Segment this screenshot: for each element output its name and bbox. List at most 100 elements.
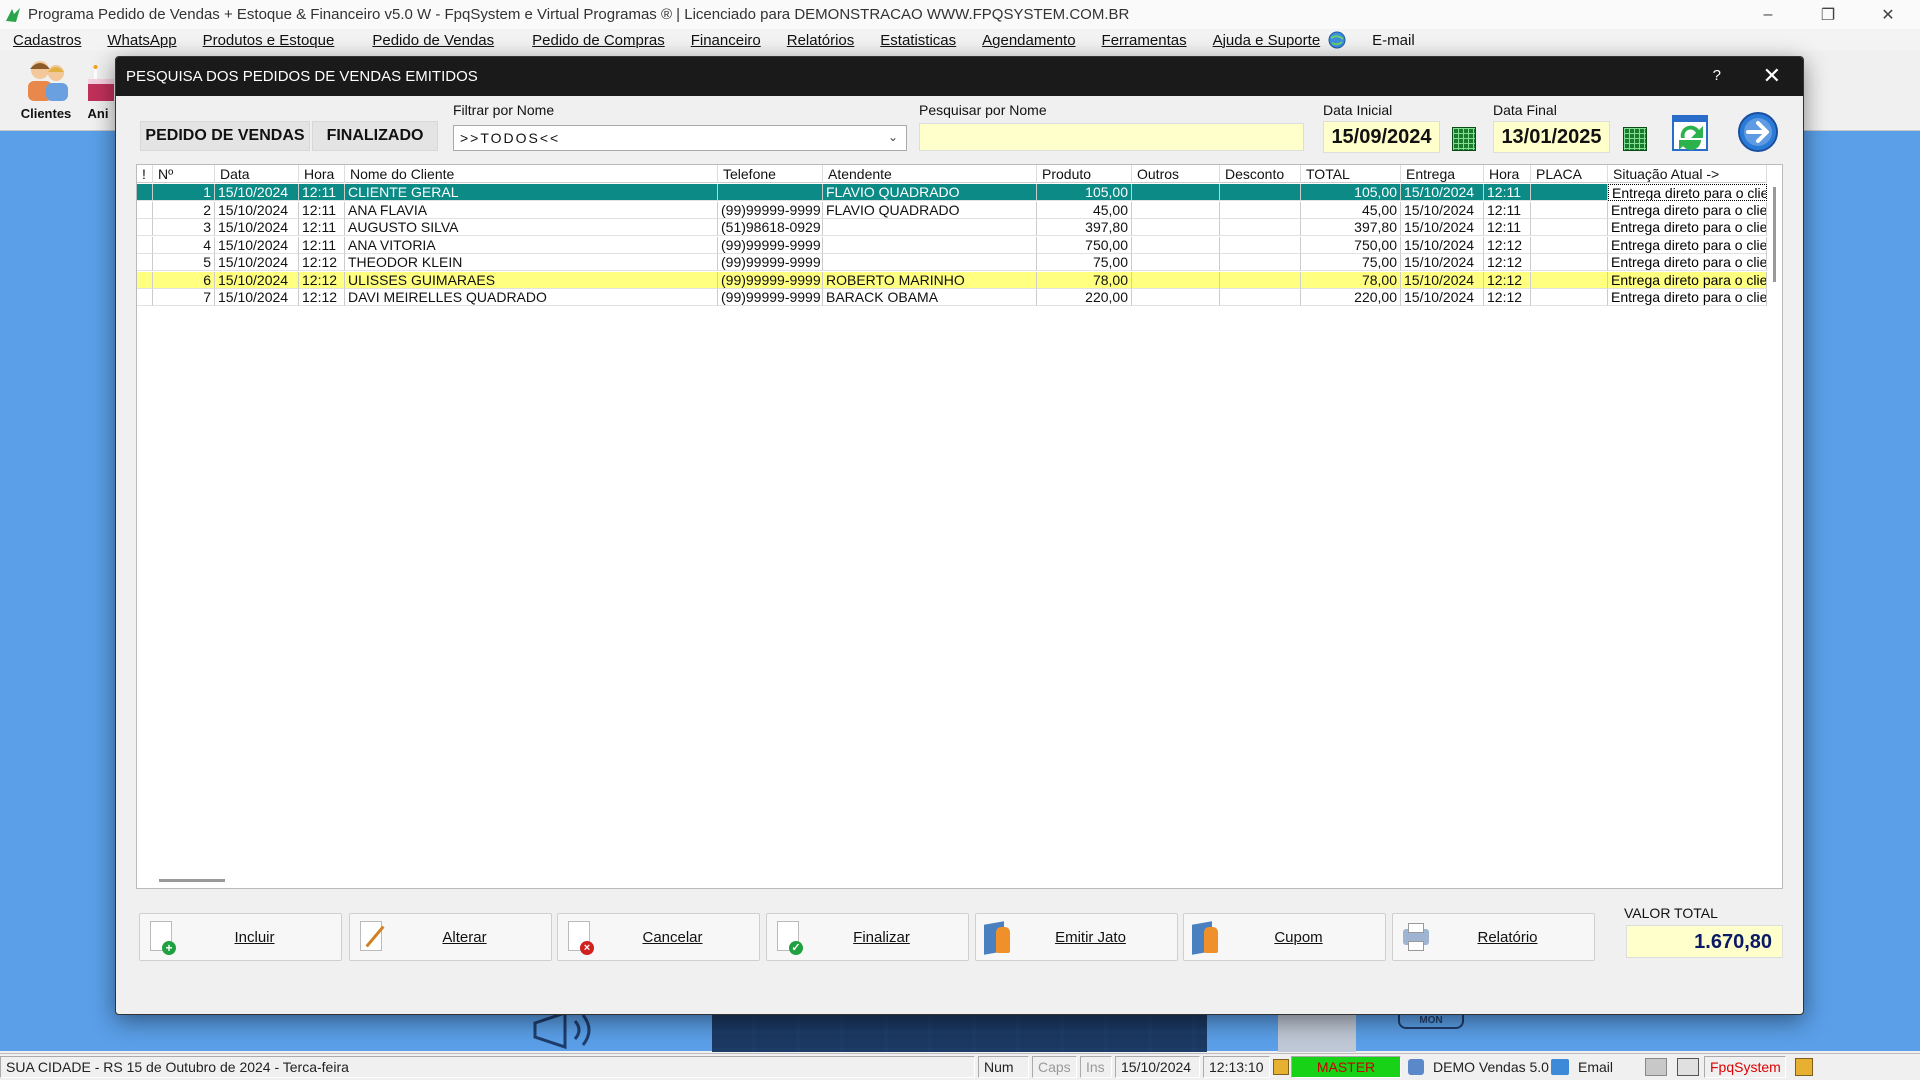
- col-total-cell: 105,00: [1301, 184, 1401, 201]
- menu-cadastros[interactable]: Cadastros: [0, 32, 94, 49]
- table-row[interactable]: 1 15/10/2024 12:11 CLIENTE GERAL FLAVIO QUAD…: [137, 184, 1767, 201]
- email-icon[interactable]: [1551, 1059, 1569, 1075]
- menu-ajuda-suporte[interactable]: Ajuda e Suporte: [1200, 32, 1334, 49]
- col-situacao-header[interactable]: Situação Atual ->: [1608, 165, 1767, 183]
- menu-agendamento[interactable]: Agendamento: [969, 32, 1088, 49]
- col-numero-cell: 1: [153, 184, 215, 201]
- col-flag-cell: [137, 184, 153, 201]
- menu-pedido-compras[interactable]: Pedido de Compras: [519, 32, 678, 49]
- monitor-illustration: [1278, 1015, 1356, 1052]
- emitir-jato-button[interactable]: Emitir Jato: [975, 913, 1178, 961]
- menu-pedido-vendas[interactable]: Pedido de Vendas: [359, 32, 507, 49]
- vertical-scrollbar[interactable]: [1773, 187, 1776, 282]
- menu-estatisticas[interactable]: Estatisticas: [867, 32, 969, 49]
- col-placa-header[interactable]: PLACA: [1531, 165, 1608, 183]
- status-version: DEMO Vendas 5.0: [1433, 1059, 1549, 1075]
- filter-select[interactable]: >>TODOS<< ⌄: [453, 125, 907, 151]
- col-data-cell: 15/10/2024: [215, 184, 299, 201]
- col-data-cell: 15/10/2024: [215, 254, 299, 271]
- calendar-icon[interactable]: [1623, 127, 1647, 151]
- cupom-label: Cupom: [1274, 928, 1323, 946]
- horizontal-scrollbar[interactable]: [159, 879, 225, 882]
- toolbar-ani-label: Ani: [87, 106, 109, 121]
- toolbar-clientes-button[interactable]: Clientes: [7, 57, 85, 127]
- refresh-icon[interactable]: [1669, 112, 1713, 156]
- table-row[interactable]: 5 15/10/2024 12:12 THEODOR KLEIN (99)99999-9…: [137, 254, 1767, 271]
- menu-whatsapp[interactable]: WhatsApp: [94, 32, 189, 49]
- col-hora-entrega-cell: 12:11: [1484, 219, 1531, 236]
- col-hora-header[interactable]: Hora: [299, 165, 345, 183]
- table-row[interactable]: 3 15/10/2024 12:11 AUGUSTO SILVA (51)98618-0…: [137, 219, 1767, 236]
- menu-ferramentas[interactable]: Ferramentas: [1089, 32, 1200, 49]
- table-row[interactable]: 6 15/10/2024 12:12 ULISSES GUIMARAES (99)999…: [137, 271, 1767, 289]
- col-situacao-cell: Entrega direto para o clien: [1608, 236, 1767, 254]
- col-flag-header[interactable]: !: [137, 165, 153, 183]
- col-total-cell: 220,00: [1301, 289, 1401, 306]
- col-situacao-cell: Entrega direto para o clien: [1608, 254, 1767, 271]
- orders-grid[interactable]: ! Nº Data Hora Nome do Cliente Telefone Atende…: [136, 164, 1783, 889]
- col-atendente-cell: [823, 254, 1037, 271]
- col-data-header[interactable]: Data: [215, 165, 299, 183]
- toolbar-aniversario-button[interactable]: Ani: [80, 57, 116, 127]
- calendar-icon[interactable]: [1452, 127, 1476, 151]
- status-email[interactable]: Email: [1573, 1056, 1637, 1078]
- col-numero-header[interactable]: Nº: [153, 165, 215, 183]
- col-hora-entrega-cell: 12:12: [1484, 236, 1531, 254]
- table-row[interactable]: 7 15/10/2024 12:12 DAVI MEIRELLES QUADRADO(…: [137, 289, 1767, 306]
- search-input[interactable]: [919, 123, 1304, 151]
- cancelar-button[interactable]: × Cancelar: [557, 913, 760, 961]
- minimize-button[interactable]: –: [1740, 0, 1796, 29]
- finalizar-label: Finalizar: [853, 928, 910, 946]
- col-produto-cell: 75,00: [1037, 254, 1132, 271]
- alterar-button[interactable]: Alterar: [349, 913, 552, 961]
- chevron-down-icon[interactable]: ⌄: [888, 130, 900, 144]
- lock-icon[interactable]: [1795, 1058, 1813, 1076]
- col-produto-cell: 78,00: [1037, 271, 1132, 289]
- col-outros-cell: [1132, 184, 1220, 201]
- incluir-label: Incluir: [234, 928, 275, 946]
- incluir-button[interactable]: + Incluir: [139, 913, 342, 961]
- settings-icon[interactable]: [1677, 1058, 1699, 1076]
- col-outros-cell: [1132, 271, 1220, 289]
- col-hora-cell: 12:12: [299, 254, 345, 271]
- check-document-icon: ✓: [773, 917, 805, 957]
- menu-financeiro[interactable]: Financeiro: [678, 32, 774, 49]
- table-row[interactable]: 2 15/10/2024 12:11 ANA FLAVIA (99)99999-9999…: [137, 201, 1767, 219]
- col-hora-entrega-header[interactable]: Hora: [1484, 165, 1531, 183]
- col-telefone-header[interactable]: Telefone: [718, 165, 823, 183]
- close-app-button[interactable]: ✕: [1860, 0, 1916, 29]
- col-numero-cell: 5: [153, 254, 215, 271]
- table-row[interactable]: 4 15/10/2024 12:11 ANA VITORIA (99)99999-999…: [137, 236, 1767, 254]
- dialog-help-button[interactable]: ?: [1713, 67, 1721, 84]
- dialog-close-button[interactable]: ✕: [1763, 63, 1781, 89]
- relatorio-button[interactable]: Relatório: [1392, 913, 1595, 961]
- printer-icon[interactable]: [1645, 1058, 1667, 1076]
- tab-finalizado[interactable]: FINALIZADO: [312, 121, 438, 151]
- menu-email[interactable]: E-mail: [1359, 32, 1428, 49]
- col-placa-cell: [1531, 236, 1608, 254]
- arrow-right-icon[interactable]: [1736, 110, 1780, 154]
- col-data-cell: 15/10/2024: [215, 236, 299, 254]
- col-desconto-header[interactable]: Desconto: [1220, 165, 1301, 183]
- globe-icon[interactable]: [1327, 30, 1347, 50]
- col-total-header[interactable]: TOTAL: [1301, 165, 1401, 183]
- date-start-field[interactable]: 15/09/2024: [1323, 121, 1440, 153]
- restore-button[interactable]: ❐: [1800, 0, 1856, 29]
- col-produto-header[interactable]: Produto: [1037, 165, 1132, 183]
- date-end-field[interactable]: 13/01/2025: [1493, 121, 1610, 153]
- col-cliente-header[interactable]: Nome do Cliente: [345, 165, 718, 183]
- finalizar-button[interactable]: ✓ Finalizar: [766, 913, 969, 961]
- menu-relatorios[interactable]: Relatórios: [774, 32, 868, 49]
- tab-pedido-vendas[interactable]: PEDIDO DE VENDAS: [140, 121, 310, 151]
- col-outros-header[interactable]: Outros: [1132, 165, 1220, 183]
- col-placa-cell: [1531, 184, 1608, 201]
- col-numero-cell: 2: [153, 201, 215, 219]
- cupom-button[interactable]: Cupom: [1183, 913, 1386, 961]
- col-atendente-cell: FLAVIO QUADRADO: [823, 184, 1037, 201]
- col-entrega-header[interactable]: Entrega: [1401, 165, 1484, 183]
- edit-pencil-icon: [356, 917, 388, 957]
- user-icon: [1273, 1059, 1289, 1075]
- menu-produtos-estoque[interactable]: Produtos e Estoque: [190, 32, 348, 49]
- col-atendente-header[interactable]: Atendente: [823, 165, 1037, 183]
- col-atendente-cell: [823, 236, 1037, 254]
